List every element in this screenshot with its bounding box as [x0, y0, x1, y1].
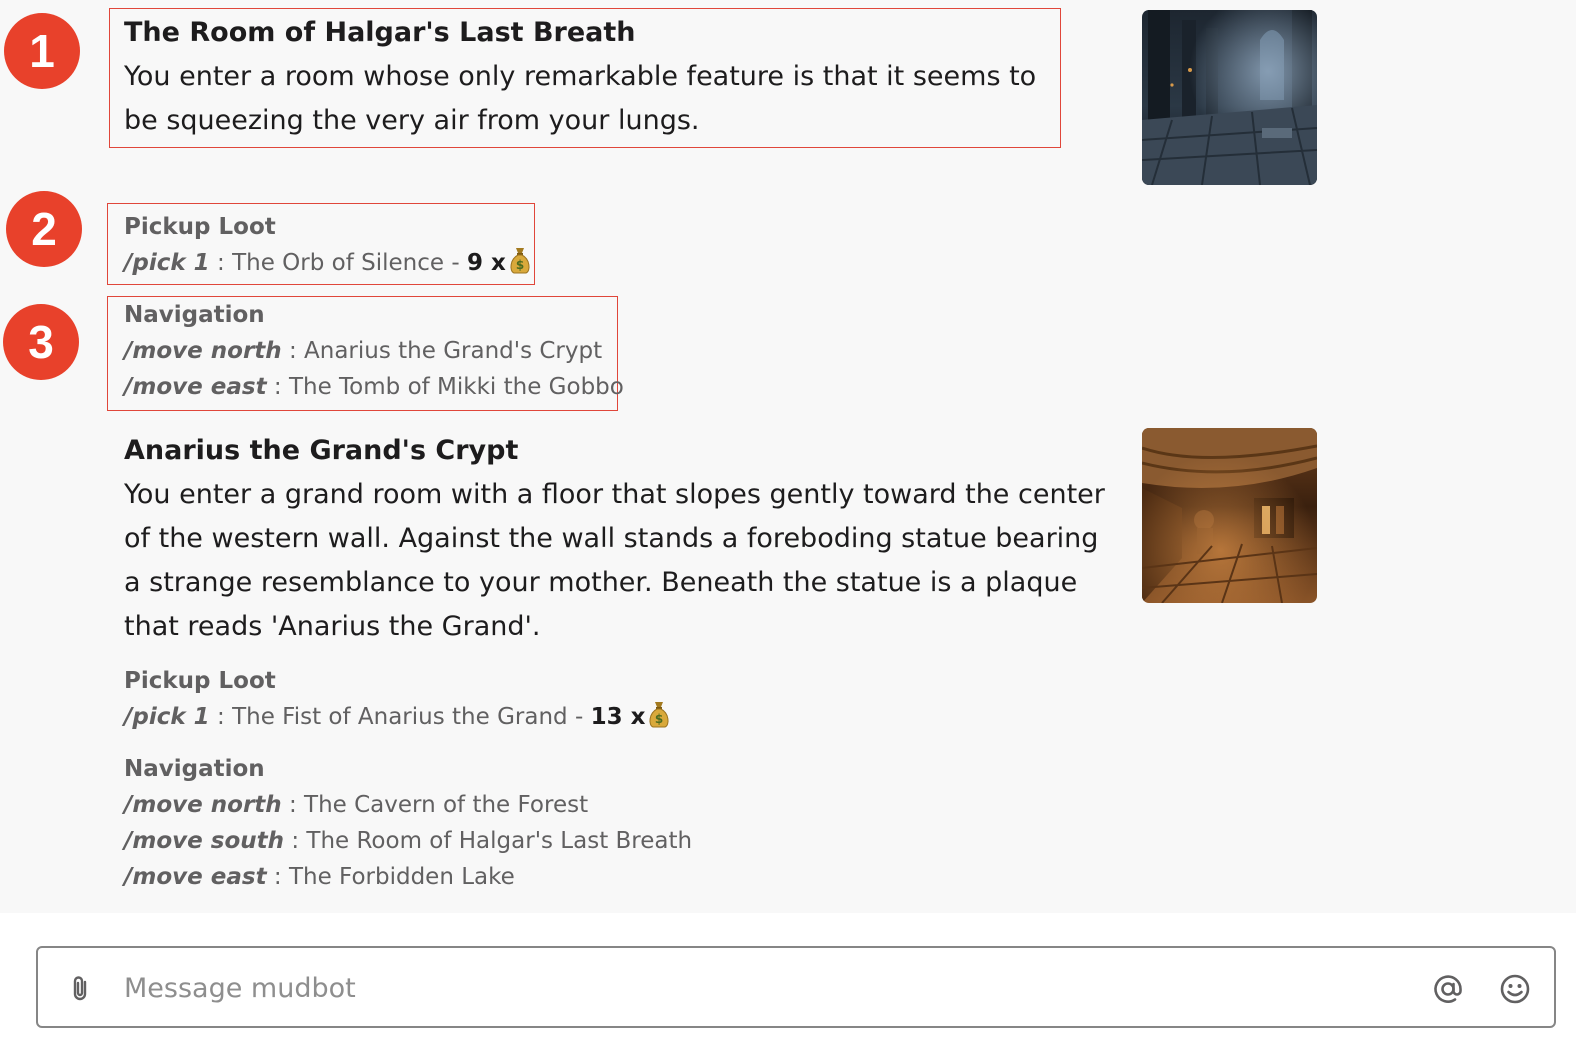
- room-message-1: The Room of Halgar's Last Breath You ent…: [124, 16, 1054, 143]
- move-south-command[interactable]: /move south: [124, 828, 284, 854]
- pick-command[interactable]: /pick 1: [124, 250, 210, 276]
- step-marker-2: 2: [6, 191, 82, 267]
- nav-option: /move east : The Tomb of Mikki the Gobbo: [124, 369, 624, 405]
- loot-heading: Pickup Loot: [124, 214, 276, 240]
- room-title: The Room of Halgar's Last Breath: [124, 17, 636, 48]
- paperclip-icon[interactable]: [66, 974, 96, 1004]
- room-image-halgar[interactable]: [1142, 10, 1317, 185]
- move-east-command[interactable]: /move east: [124, 374, 267, 400]
- message-input[interactable]: [124, 962, 1404, 1014]
- loot-item-name: The Orb of Silence -: [232, 250, 467, 276]
- move-north-command[interactable]: /move north: [124, 792, 282, 818]
- step-marker-3: 3: [3, 304, 79, 380]
- message-composer: [36, 946, 1556, 1028]
- loot-section-2: Pickup Loot /pick 1 : The Fist of Anariu…: [124, 663, 671, 739]
- nav-option: /move east : The Forbidden Lake: [124, 859, 692, 895]
- svg-text:$: $: [516, 258, 524, 272]
- money-bag-icon: $: [508, 246, 532, 285]
- command-separator: :: [266, 374, 289, 400]
- navigation-heading: Navigation: [124, 302, 265, 328]
- nav-destination: Anarius the Grand's Crypt: [304, 338, 603, 364]
- move-north-command[interactable]: /move north: [124, 338, 282, 364]
- nav-destination: The Cavern of the Forest: [304, 792, 589, 818]
- loot-line: /pick 1 : The Fist of Anarius the Grand …: [124, 699, 671, 739]
- nav-destination: The Room of Halgar's Last Breath: [306, 828, 693, 854]
- command-separator: :: [284, 828, 307, 854]
- move-east-command[interactable]: /move east: [124, 864, 267, 890]
- loot-amount: 9 x: [466, 250, 506, 276]
- command-separator: :: [266, 864, 289, 890]
- room-message-2: Anarius the Grand's Crypt You enter a gr…: [124, 434, 1114, 649]
- command-separator: :: [209, 250, 233, 276]
- room-title: Anarius the Grand's Crypt: [124, 435, 519, 466]
- money-bag-icon: $: [647, 700, 671, 739]
- nav-option: /move north : The Cavern of the Forest: [124, 787, 692, 823]
- nav-option: /move north : Anarius the Grand's Crypt: [124, 333, 624, 369]
- nav-destination: The Forbidden Lake: [288, 864, 515, 890]
- navigation-section-1: Navigation /move north : Anarius the Gra…: [124, 297, 624, 405]
- message-feed: 1 2 3 The Room of Halgar's Last Breath Y…: [0, 0, 1576, 913]
- command-separator: :: [209, 704, 233, 730]
- nav-option: /move south : The Room of Halgar's Last …: [124, 823, 692, 859]
- room-description: You enter a room whose only remarkable f…: [124, 61, 1037, 136]
- room-description: You enter a grand room with a floor that…: [124, 479, 1105, 642]
- loot-line: /pick 1 : The Orb of Silence - 9 x $: [124, 245, 532, 285]
- nav-destination: The Tomb of Mikki the Gobbo: [288, 374, 624, 400]
- command-separator: :: [281, 792, 305, 818]
- loot-item-name: The Fist of Anarius the Grand -: [232, 704, 591, 730]
- navigation-section-2: Navigation /move north : The Cavern of t…: [124, 751, 692, 895]
- pick-command[interactable]: /pick 1: [124, 704, 210, 730]
- svg-text:$: $: [655, 712, 663, 726]
- loot-heading: Pickup Loot: [124, 668, 276, 694]
- smiley-icon[interactable]: [1498, 972, 1532, 1006]
- navigation-heading: Navigation: [124, 756, 265, 782]
- room-image-anarius-crypt[interactable]: [1142, 428, 1317, 603]
- loot-amount: 13 x: [590, 704, 646, 730]
- at-sign-icon[interactable]: [1431, 972, 1465, 1006]
- loot-section-1: Pickup Loot /pick 1 : The Orb of Silence…: [124, 209, 532, 285]
- step-marker-1: 1: [4, 13, 80, 89]
- command-separator: :: [281, 338, 305, 364]
